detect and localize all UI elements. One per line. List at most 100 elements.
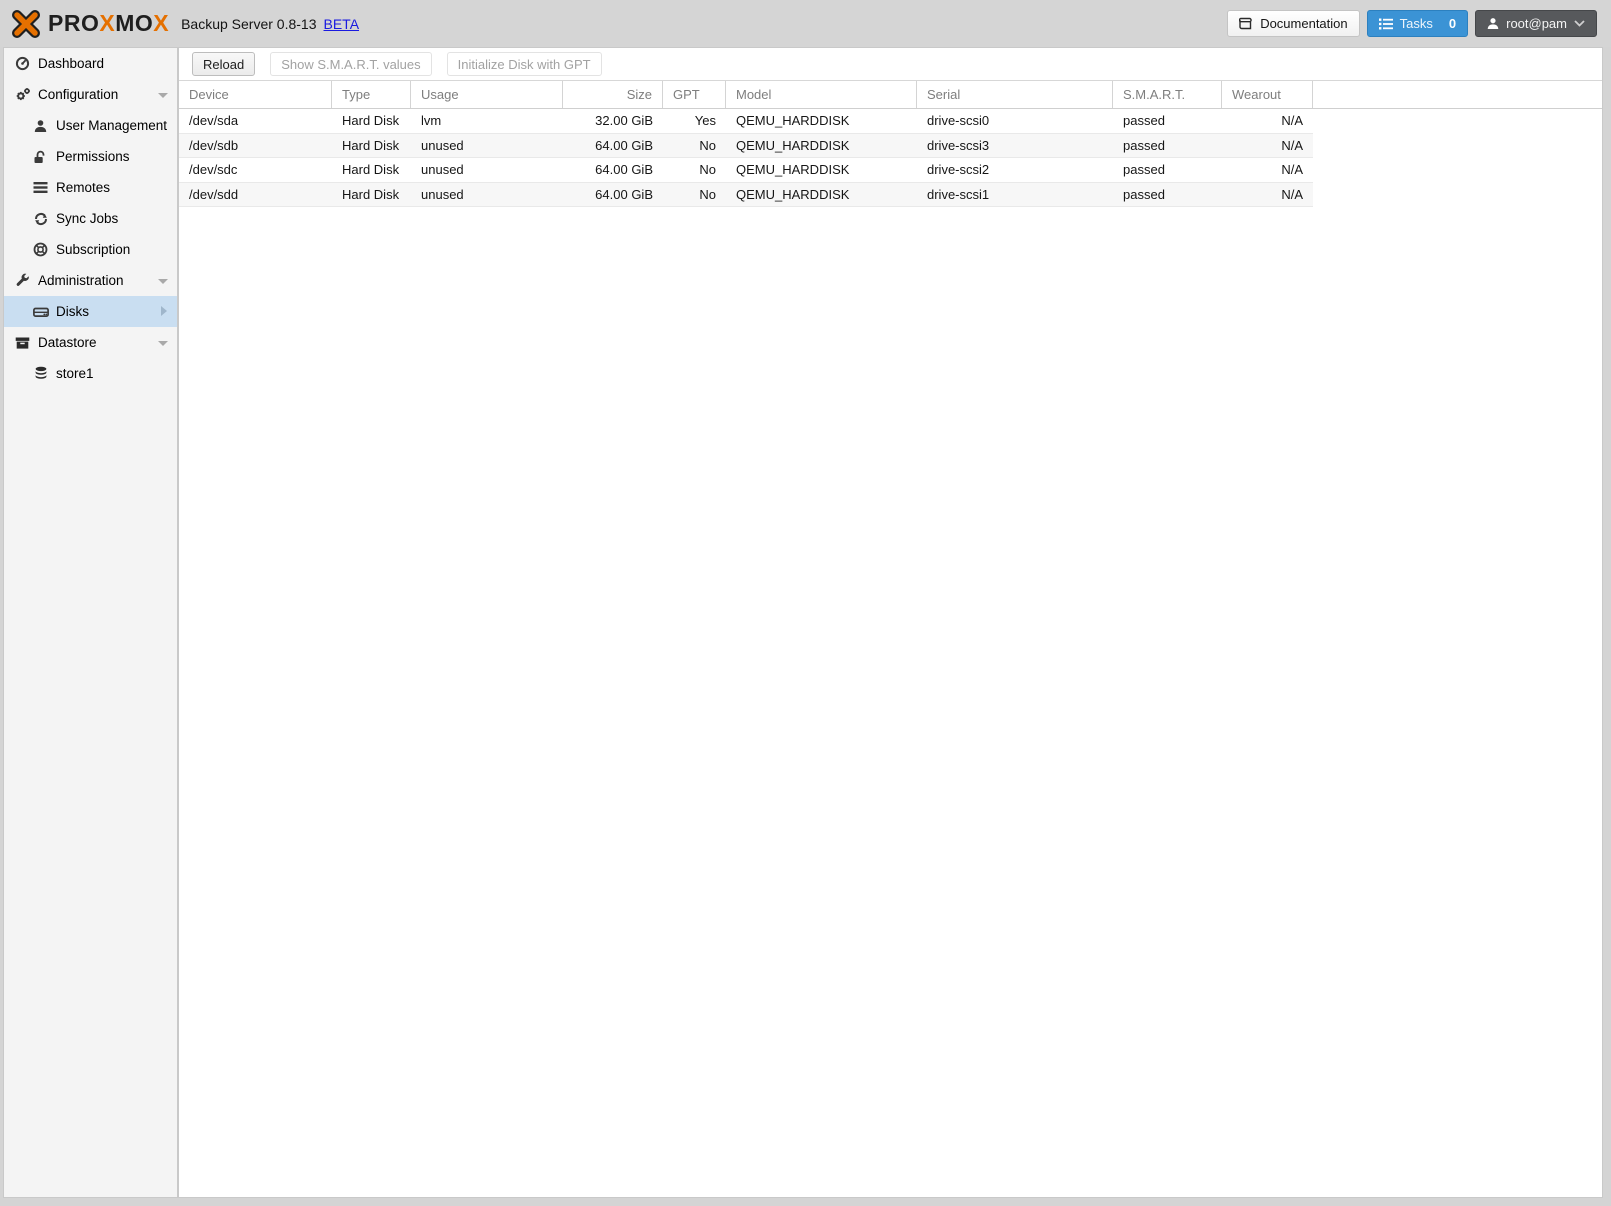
sidebar-item-label: User Management [56, 118, 168, 133]
cell-s-m-a-r-t: passed [1123, 186, 1165, 202]
beta-link[interactable]: BETA [324, 16, 360, 32]
user-menu-button[interactable]: root@pam [1475, 10, 1597, 37]
wrench-icon [14, 273, 31, 288]
column-header-device[interactable]: Device [179, 81, 332, 108]
sidebar-item-remotes[interactable]: Remotes [4, 172, 177, 203]
proxmox-logo[interactable]: PROXMOX [10, 8, 169, 40]
dashboard-icon [14, 56, 31, 71]
chevron-down-icon [1574, 20, 1585, 27]
sidebar-item-label: Sync Jobs [56, 211, 119, 226]
table-row-dev-sdd[interactable]: /dev/sdd Hard Disk unused 64.00 GiB No QEMU_H… [179, 182, 1313, 207]
column-header-s-m-a-r-t[interactable]: S.M.A.R.T. [1113, 81, 1222, 108]
sidebar-item-disks[interactable]: Disks [4, 296, 177, 327]
cell-model: QEMU_HARDDISK [736, 137, 850, 153]
list-icon [32, 181, 49, 194]
cell-wearout: N/A [1281, 162, 1303, 178]
cell-device: /dev/sdb [189, 137, 239, 153]
tasks-count-badge: 0 [1448, 16, 1457, 31]
sidebar-item-store1[interactable]: store1 [4, 358, 177, 389]
sidebar-item-dashboard[interactable]: Dashboard [4, 48, 177, 79]
sidebar-item-label: Remotes [56, 180, 111, 195]
proxmox-wordmark: PROXMOX [48, 10, 170, 36]
column-header-filler [1313, 81, 1602, 108]
cell-device: /dev/sda [189, 113, 239, 129]
sidebar-item-datastore[interactable]: Datastore [4, 327, 177, 358]
sidebar-item-permissions[interactable]: Permissions [4, 141, 177, 172]
column-header-type[interactable]: Type [332, 81, 411, 108]
cell-serial: drive-scsi3 [927, 137, 990, 153]
column-header-model[interactable]: Model [726, 81, 917, 108]
cell-wearout: N/A [1281, 186, 1303, 202]
cell-size: 32.00 GiB [595, 113, 653, 129]
chevron-right-icon [161, 306, 167, 316]
cell-wearout: N/A [1281, 113, 1303, 129]
tasks-button[interactable]: Tasks 0 [1366, 10, 1469, 37]
unlock-icon [32, 150, 49, 164]
disks-panel: Reload Show S.M.A.R.T. values Initialize… [178, 47, 1603, 1198]
cell-serial: drive-scsi0 [927, 113, 990, 129]
column-header-wearout[interactable]: Wearout [1222, 81, 1313, 108]
caret-down-icon [158, 341, 168, 346]
cell-usage: lvm [421, 113, 442, 129]
table-header-row: Device Type Usage Size GPT Model Serial S.M.A.R… [179, 81, 1602, 109]
column-header-gpt[interactable]: GPT [663, 81, 726, 108]
column-header-size[interactable]: Size [563, 81, 663, 108]
cell-model: QEMU_HARDDISK [736, 113, 850, 129]
sidebar-nav: Dashboard Configuration User Management Per… [3, 47, 178, 1198]
life-ring-icon [32, 242, 49, 257]
table-body: /dev/sda Hard Disk lvm 32.00 GiB Yes QEMU_HAR… [179, 109, 1602, 207]
database-icon [32, 366, 49, 381]
cell-wearout: N/A [1281, 137, 1303, 153]
archive-icon [14, 336, 31, 350]
show-smart-values-button[interactable]: Show S.M.A.R.T. values [270, 52, 432, 76]
cell-serial: drive-scsi1 [927, 186, 990, 202]
topbar: PROXMOX Backup Server 0.8-13 BETA Docume… [0, 0, 1611, 47]
column-header-serial[interactable]: Serial [917, 81, 1113, 108]
sidebar-item-administration[interactable]: Administration [4, 265, 177, 296]
cell-model: QEMU_HARDDISK [736, 162, 850, 178]
cell-usage: unused [421, 186, 464, 202]
sidebar-item-label: Administration [38, 273, 124, 288]
cell-usage: unused [421, 162, 464, 178]
sync-icon [32, 212, 49, 226]
sidebar-item-subscription[interactable]: Subscription [4, 234, 177, 265]
cell-serial: drive-scsi2 [927, 162, 990, 178]
sidebar-item-user-management[interactable]: User Management [4, 110, 177, 141]
disks-table: Device Type Usage Size GPT Model Serial S.M.A.R… [179, 81, 1602, 207]
sidebar-item-label: Configuration [38, 87, 119, 102]
cell-size: 64.00 GiB [595, 186, 653, 202]
table-row-dev-sdc[interactable]: /dev/sdc Hard Disk unused 64.00 GiB No QEMU_H… [179, 158, 1313, 183]
cell-gpt: No [699, 162, 716, 178]
caret-down-icon [158, 93, 168, 98]
cell-s-m-a-r-t: passed [1123, 113, 1165, 129]
cell-s-m-a-r-t: passed [1123, 162, 1165, 178]
cell-size: 64.00 GiB [595, 137, 653, 153]
cell-device: /dev/sdd [189, 186, 239, 202]
table-row-dev-sda[interactable]: /dev/sda Hard Disk lvm 32.00 GiB Yes QEMU_HAR… [179, 109, 1313, 134]
disks-toolbar: Reload Show S.M.A.R.T. values Initialize… [179, 48, 1602, 81]
sidebar-item-label: Permissions [56, 149, 130, 164]
cell-model: QEMU_HARDDISK [736, 186, 850, 202]
documentation-button[interactable]: Documentation [1227, 10, 1360, 37]
sidebar-item-label: store1 [56, 366, 94, 381]
topbar-actions: Documentation Tasks 0 root@pam [1227, 10, 1597, 37]
table-row-dev-sdb[interactable]: /dev/sdb Hard Disk unused 64.00 GiB No QEMU_H… [179, 133, 1313, 158]
initialize-disk-gpt-button[interactable]: Initialize Disk with GPT [446, 52, 602, 76]
sidebar-item-label: Datastore [38, 335, 97, 350]
task-list-icon [1378, 18, 1393, 29]
user-icon [32, 119, 49, 133]
user-icon [1487, 18, 1499, 30]
column-header-usage[interactable]: Usage [411, 81, 563, 108]
cell-usage: unused [421, 137, 464, 153]
cell-gpt: Yes [694, 113, 716, 129]
cell-gpt: No [699, 137, 716, 153]
sidebar-item-sync-jobs[interactable]: Sync Jobs [4, 203, 177, 234]
cell-s-m-a-r-t: passed [1123, 137, 1165, 153]
gears-icon [14, 87, 31, 102]
caret-down-icon [158, 279, 168, 284]
sidebar-item-configuration[interactable]: Configuration [4, 79, 177, 110]
sidebar-item-label: Subscription [56, 242, 131, 257]
cell-gpt: No [699, 186, 716, 202]
cell-type: Hard Disk [342, 113, 400, 129]
reload-button[interactable]: Reload [192, 52, 256, 76]
